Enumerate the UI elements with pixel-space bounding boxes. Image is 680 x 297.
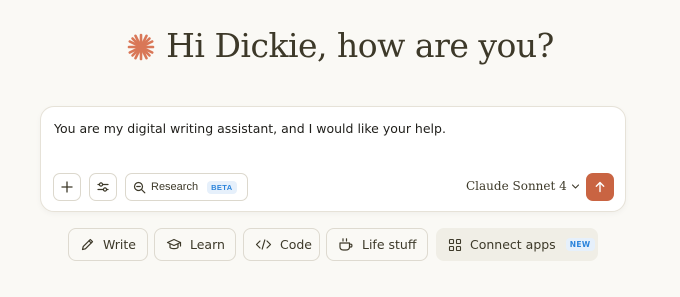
greeting-header: Hi Dickie, how are you? [0,26,680,65]
research-label: Research [151,181,199,193]
claude-spark-icon [126,32,156,62]
research-button[interactable]: Research BETA [125,173,248,201]
tools-settings-button[interactable] [89,173,117,201]
send-button[interactable] [586,173,614,201]
chip-label: Write [103,237,137,252]
chip-connect-apps[interactable]: Connect apps NEW [436,228,598,261]
chip-label: Learn [190,237,225,252]
prompt-input[interactable]: You are my digital writing assistant, an… [54,121,614,136]
chevron-down-icon [571,182,580,191]
arrow-up-icon [594,181,606,193]
model-label: Claude Sonnet 4 [466,179,567,193]
chat-composer: You are my digital writing assistant, an… [40,106,626,212]
pencil-icon [80,237,95,252]
chip-label: Connect apps [470,237,556,252]
new-badge: NEW [565,238,595,251]
code-icon [255,238,272,251]
beta-badge: BETA [207,180,237,194]
graduation-cap-icon [166,237,182,252]
chip-label: Life stuff [362,237,417,252]
chip-code[interactable]: Code [243,228,320,261]
chip-label: Code [280,237,313,252]
add-attachment-button[interactable] [53,173,81,201]
model-selector[interactable]: Claude Sonnet 4 [466,179,580,193]
plus-icon [60,180,74,194]
chip-write[interactable]: Write [68,228,148,261]
apps-grid-icon [448,238,462,252]
search-icon [133,181,146,194]
chip-life-stuff[interactable]: Life stuff [326,228,428,261]
sliders-icon [96,180,110,194]
chip-learn[interactable]: Learn [154,228,236,261]
coffee-cup-icon [338,237,354,252]
greeting-title: Hi Dickie, how are you? [166,26,554,65]
